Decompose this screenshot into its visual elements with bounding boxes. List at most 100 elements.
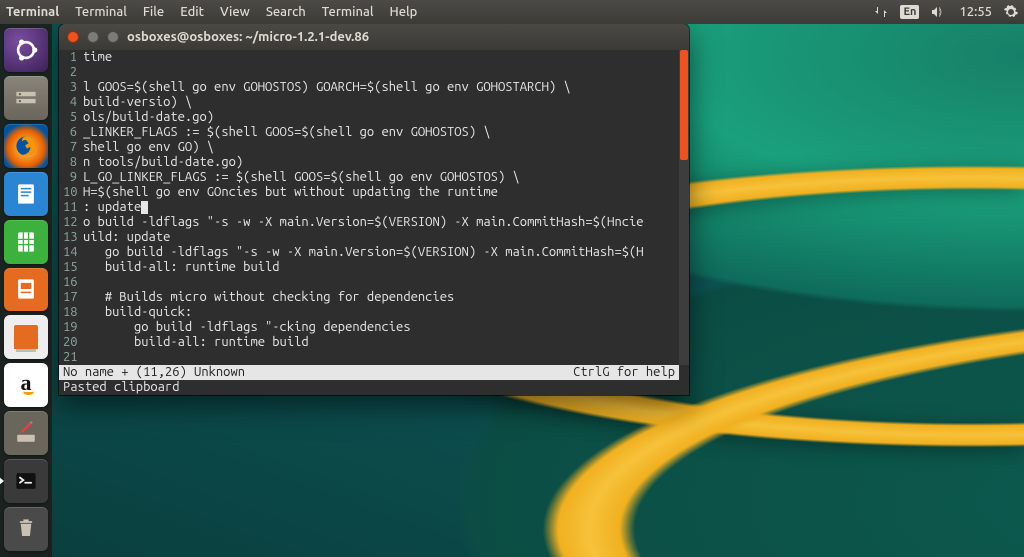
menu-terminal[interactable]: Terminal xyxy=(67,5,135,19)
line-content[interactable]: go build -ldflags "-s -w -X main.Version… xyxy=(83,245,679,260)
line-number: 20 xyxy=(63,335,83,350)
menu-view[interactable]: View xyxy=(212,5,258,19)
amazon-icon: a xyxy=(21,370,32,396)
launcher-terminal[interactable] xyxy=(4,459,48,503)
impress-icon xyxy=(12,275,40,303)
launcher-impress[interactable] xyxy=(4,268,48,312)
menu-help[interactable]: Help xyxy=(382,5,426,19)
editor-line[interactable]: 10H=$(shell go env GOncies but without u… xyxy=(63,185,679,200)
line-content[interactable]: _LINKER_FLAGS := $(shell GOOS=$(shell go… xyxy=(83,125,679,140)
session-indicator[interactable] xyxy=(998,5,1024,19)
line-content[interactable]: build-all: runtime build xyxy=(83,335,679,350)
sound-indicator[interactable] xyxy=(925,5,953,19)
line-content[interactable]: L_GO_LINKER_FLAGS := $(shell GOOS=$(shel… xyxy=(83,170,679,185)
menu-edit[interactable]: Edit xyxy=(172,5,212,19)
scrollbar-thumb[interactable] xyxy=(680,50,688,160)
line-number: 8 xyxy=(63,155,83,170)
editor-line[interactable]: 7shell go env GO) \ xyxy=(63,140,679,155)
volume-icon xyxy=(931,5,947,19)
line-content[interactable] xyxy=(83,275,679,290)
line-content[interactable]: build-quick: xyxy=(83,305,679,320)
network-indicator[interactable] xyxy=(868,5,894,19)
editor-line[interactable]: 4build-versio) \ xyxy=(63,95,679,110)
keyboard-indicator[interactable]: En xyxy=(894,5,925,19)
editor-line[interactable]: 8n tools/build-date.go) xyxy=(63,155,679,170)
launcher-firefox[interactable] xyxy=(4,124,48,168)
line-number: 2 xyxy=(63,65,83,80)
window-minimize-button[interactable] xyxy=(87,31,99,43)
line-content[interactable]: : update xyxy=(83,200,679,215)
editor-statusbar: No name + (11,26) Unknown CtrlG for help xyxy=(59,365,679,380)
line-number: 17 xyxy=(63,290,83,305)
window-close-button[interactable] xyxy=(67,31,79,43)
line-content[interactable]: o build -ldflags "-s -w -X main.Version=… xyxy=(83,215,679,230)
keyboard-lang: En xyxy=(900,5,919,19)
line-number: 9 xyxy=(63,170,83,185)
editor-line[interactable]: 17 # Builds micro without checking for d… xyxy=(63,290,679,305)
line-content[interactable]: # Builds micro without checking for depe… xyxy=(83,290,679,305)
editor-line[interactable]: 2 xyxy=(63,65,679,80)
editor-scrollbar[interactable] xyxy=(679,50,689,365)
top-panel: Terminal Terminal File Edit View Search … xyxy=(0,0,1024,24)
menu-file[interactable]: File xyxy=(135,5,172,19)
line-content[interactable]: time xyxy=(83,50,679,65)
line-number: 3 xyxy=(63,80,83,95)
line-number: 6 xyxy=(63,125,83,140)
line-number: 16 xyxy=(63,275,83,290)
editor-line[interactable]: 9L_GO_LINKER_FLAGS := $(shell GOOS=$(she… xyxy=(63,170,679,185)
launcher-writer[interactable] xyxy=(4,172,48,216)
launcher-settings[interactable] xyxy=(4,411,48,455)
editor-line[interactable]: 6_LINKER_FLAGS := $(shell GOOS=$(shell g… xyxy=(63,125,679,140)
line-content[interactable]: ols/build-date.go) xyxy=(83,110,679,125)
editor-line[interactable]: 21 xyxy=(63,350,679,365)
editor-line[interactable]: 3l GOOS=$(shell go env GOHOSTOS) GOARCH=… xyxy=(63,80,679,95)
line-content[interactable]: uild: update xyxy=(83,230,679,245)
editor-line[interactable]: 14 go build -ldflags "-s -w -X main.Vers… xyxy=(63,245,679,260)
editor-line[interactable]: 13uild: update xyxy=(63,230,679,245)
editor-area[interactable]: 1time23l GOOS=$(shell go env GOHOSTOS) G… xyxy=(59,50,679,365)
terminal-body[interactable]: 1time23l GOOS=$(shell go env GOHOSTOS) G… xyxy=(59,50,689,395)
line-content[interactable] xyxy=(83,65,679,80)
line-content[interactable]: build-all: runtime build xyxy=(83,260,679,275)
launcher-files[interactable] xyxy=(4,76,48,120)
menu-terminal-2[interactable]: Terminal xyxy=(314,5,382,19)
editor-line[interactable]: 20 build-all: runtime build xyxy=(63,335,679,350)
firefox-icon xyxy=(12,132,40,160)
ubuntu-icon xyxy=(12,36,40,64)
terminal-title: osboxes@osboxes: ~/micro-1.2.1-dev.86 xyxy=(127,30,369,44)
line-number: 18 xyxy=(63,305,83,320)
editor-line[interactable]: 12o build -ldflags "-s -w -X main.Versio… xyxy=(63,215,679,230)
editor-line[interactable]: 18 build-quick: xyxy=(63,305,679,320)
launcher-dash[interactable] xyxy=(4,28,48,72)
line-content[interactable]: shell go env GO) \ xyxy=(83,140,679,155)
clock[interactable]: 12:55 xyxy=(953,5,998,19)
editor-line[interactable]: 15 build-all: runtime build xyxy=(63,260,679,275)
line-content[interactable]: H=$(shell go env GOncies but without upd… xyxy=(83,185,679,200)
editor-line[interactable]: 5ols/build-date.go) xyxy=(63,110,679,125)
line-content[interactable] xyxy=(83,350,679,365)
menu-search[interactable]: Search xyxy=(258,5,314,19)
editor-line[interactable]: 16 xyxy=(63,275,679,290)
line-number: 13 xyxy=(63,230,83,245)
launcher-amazon[interactable]: a xyxy=(4,363,48,407)
line-content[interactable]: l GOOS=$(shell go env GOHOSTOS) GOARCH=$… xyxy=(83,80,679,95)
launcher-trash[interactable] xyxy=(4,507,48,551)
line-number: 12 xyxy=(63,215,83,230)
editor-line[interactable]: 19 go build -ldflags "-cking dependencie… xyxy=(63,320,679,335)
terminal-titlebar[interactable]: osboxes@osboxes: ~/micro-1.2.1-dev.86 xyxy=(59,24,689,50)
trash-icon xyxy=(12,515,40,543)
launcher-software[interactable] xyxy=(4,315,48,359)
line-content[interactable]: go build -ldflags "-cking dependencies xyxy=(83,320,679,335)
gear-icon xyxy=(1004,5,1018,19)
line-number: 19 xyxy=(63,320,83,335)
line-content[interactable]: n tools/build-date.go) xyxy=(83,155,679,170)
window-maximize-button[interactable] xyxy=(107,31,119,43)
editor-line[interactable]: 1time xyxy=(63,50,679,65)
editor-line[interactable]: 11: update xyxy=(63,200,679,215)
line-content[interactable]: build-versio) \ xyxy=(83,95,679,110)
line-number: 5 xyxy=(63,110,83,125)
terminal-icon xyxy=(12,467,40,495)
line-number: 4 xyxy=(63,95,83,110)
files-icon xyxy=(12,84,40,112)
launcher-calc[interactable] xyxy=(4,220,48,264)
